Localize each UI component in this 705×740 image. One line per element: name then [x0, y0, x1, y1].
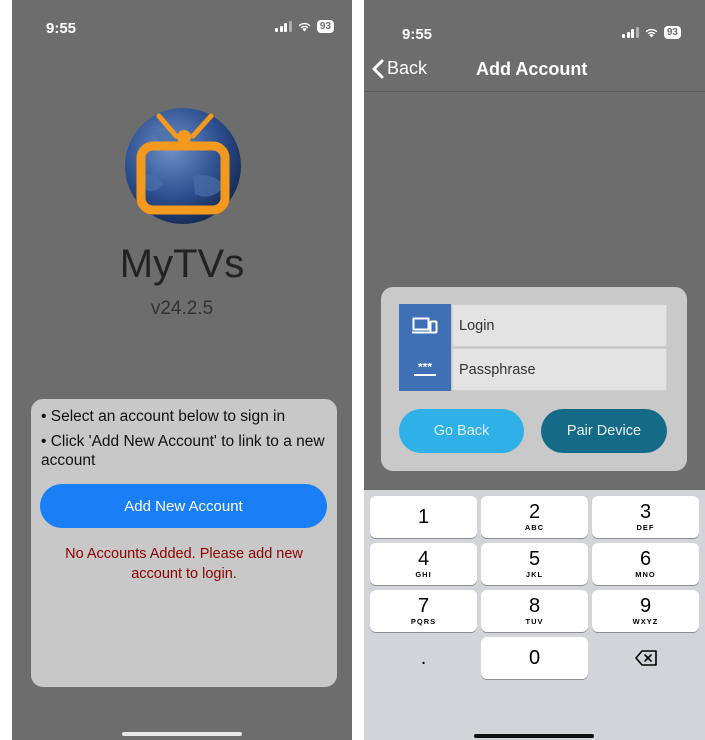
page-title: Add Account: [476, 59, 588, 79]
key-5[interactable]: 5 JKL: [481, 543, 588, 585]
battery-icon: 93: [316, 20, 334, 33]
pair-device-button[interactable]: Pair Device: [541, 409, 667, 453]
instruction-select-account: • Select an account below to sign in: [41, 408, 286, 425]
battery-icon: 93: [663, 26, 681, 39]
status-time: 9:55: [402, 26, 433, 43]
key-3[interactable]: 3 DEF: [592, 496, 699, 538]
numeric-keypad: 1 2 ABC 3 DEF 4 GHI 5 JKL 6 MNO 7 PQRS 8 TUV 9W…: [364, 490, 705, 740]
accounts-panel: • Select an account below to sign in • C…: [31, 399, 337, 687]
instruction-add-account: • Click 'Add New Account' to link to a n…: [41, 433, 325, 469]
login-field[interactable]: Login: [452, 304, 667, 347]
wifi-icon: [645, 28, 658, 38]
key-9[interactable]: 9 WXYZ: [592, 590, 699, 632]
key-8[interactable]: 8 TUV: [481, 590, 588, 632]
key-7[interactable]: 7 PQRS: [370, 590, 477, 632]
field-icon-column: ***: [399, 304, 451, 391]
status-time: 9:55: [46, 20, 77, 37]
status-bar: 9:55 93: [12, 0, 352, 44]
svg-text:***: ***: [418, 363, 432, 374]
add-new-account-button[interactable]: Add New Account: [40, 484, 327, 528]
home-indicator: [474, 734, 594, 738]
key-2[interactable]: 2 ABC: [481, 496, 588, 538]
app-logo: [125, 108, 241, 224]
backspace-icon: [634, 650, 657, 666]
key-decimal[interactable]: .: [370, 637, 477, 679]
device-icon: [399, 304, 451, 347]
app-name: MyTVs: [119, 242, 245, 286]
add-account-screen: 9:55 93 Back Add Account *** Login Passp…: [364, 0, 705, 740]
back-label: Back: [387, 58, 428, 78]
status-bar: 9:55 93: [364, 0, 705, 44]
app-version: v24.2.5: [150, 298, 214, 319]
no-accounts-message: No Accounts Added. Please add new accoun…: [65, 546, 303, 582]
navigation-bar: Back Add Account: [364, 44, 705, 92]
key-4[interactable]: 4 GHI: [370, 543, 477, 585]
back-button[interactable]: Back: [372, 58, 427, 79]
key-1[interactable]: 1: [370, 496, 477, 538]
key-6[interactable]: 6 MNO: [592, 543, 699, 585]
wifi-icon: [298, 22, 311, 32]
home-indicator: [122, 732, 242, 736]
key-0[interactable]: 0: [481, 637, 588, 679]
add-account-form: *** Login Passphrase Go Back Pair Device: [381, 287, 687, 471]
go-back-button[interactable]: Go Back: [399, 409, 524, 453]
delete-key[interactable]: [592, 637, 699, 679]
chevron-left-icon: [372, 59, 384, 78]
cellular-signal-icon: [622, 27, 639, 38]
password-icon: ***: [399, 348, 451, 391]
accounts-screen: 9:55 93 MyTVs v24.2.5 • Select an accoun…: [12, 0, 352, 740]
passphrase-field[interactable]: Passphrase: [452, 348, 667, 391]
cellular-signal-icon: [275, 21, 292, 32]
